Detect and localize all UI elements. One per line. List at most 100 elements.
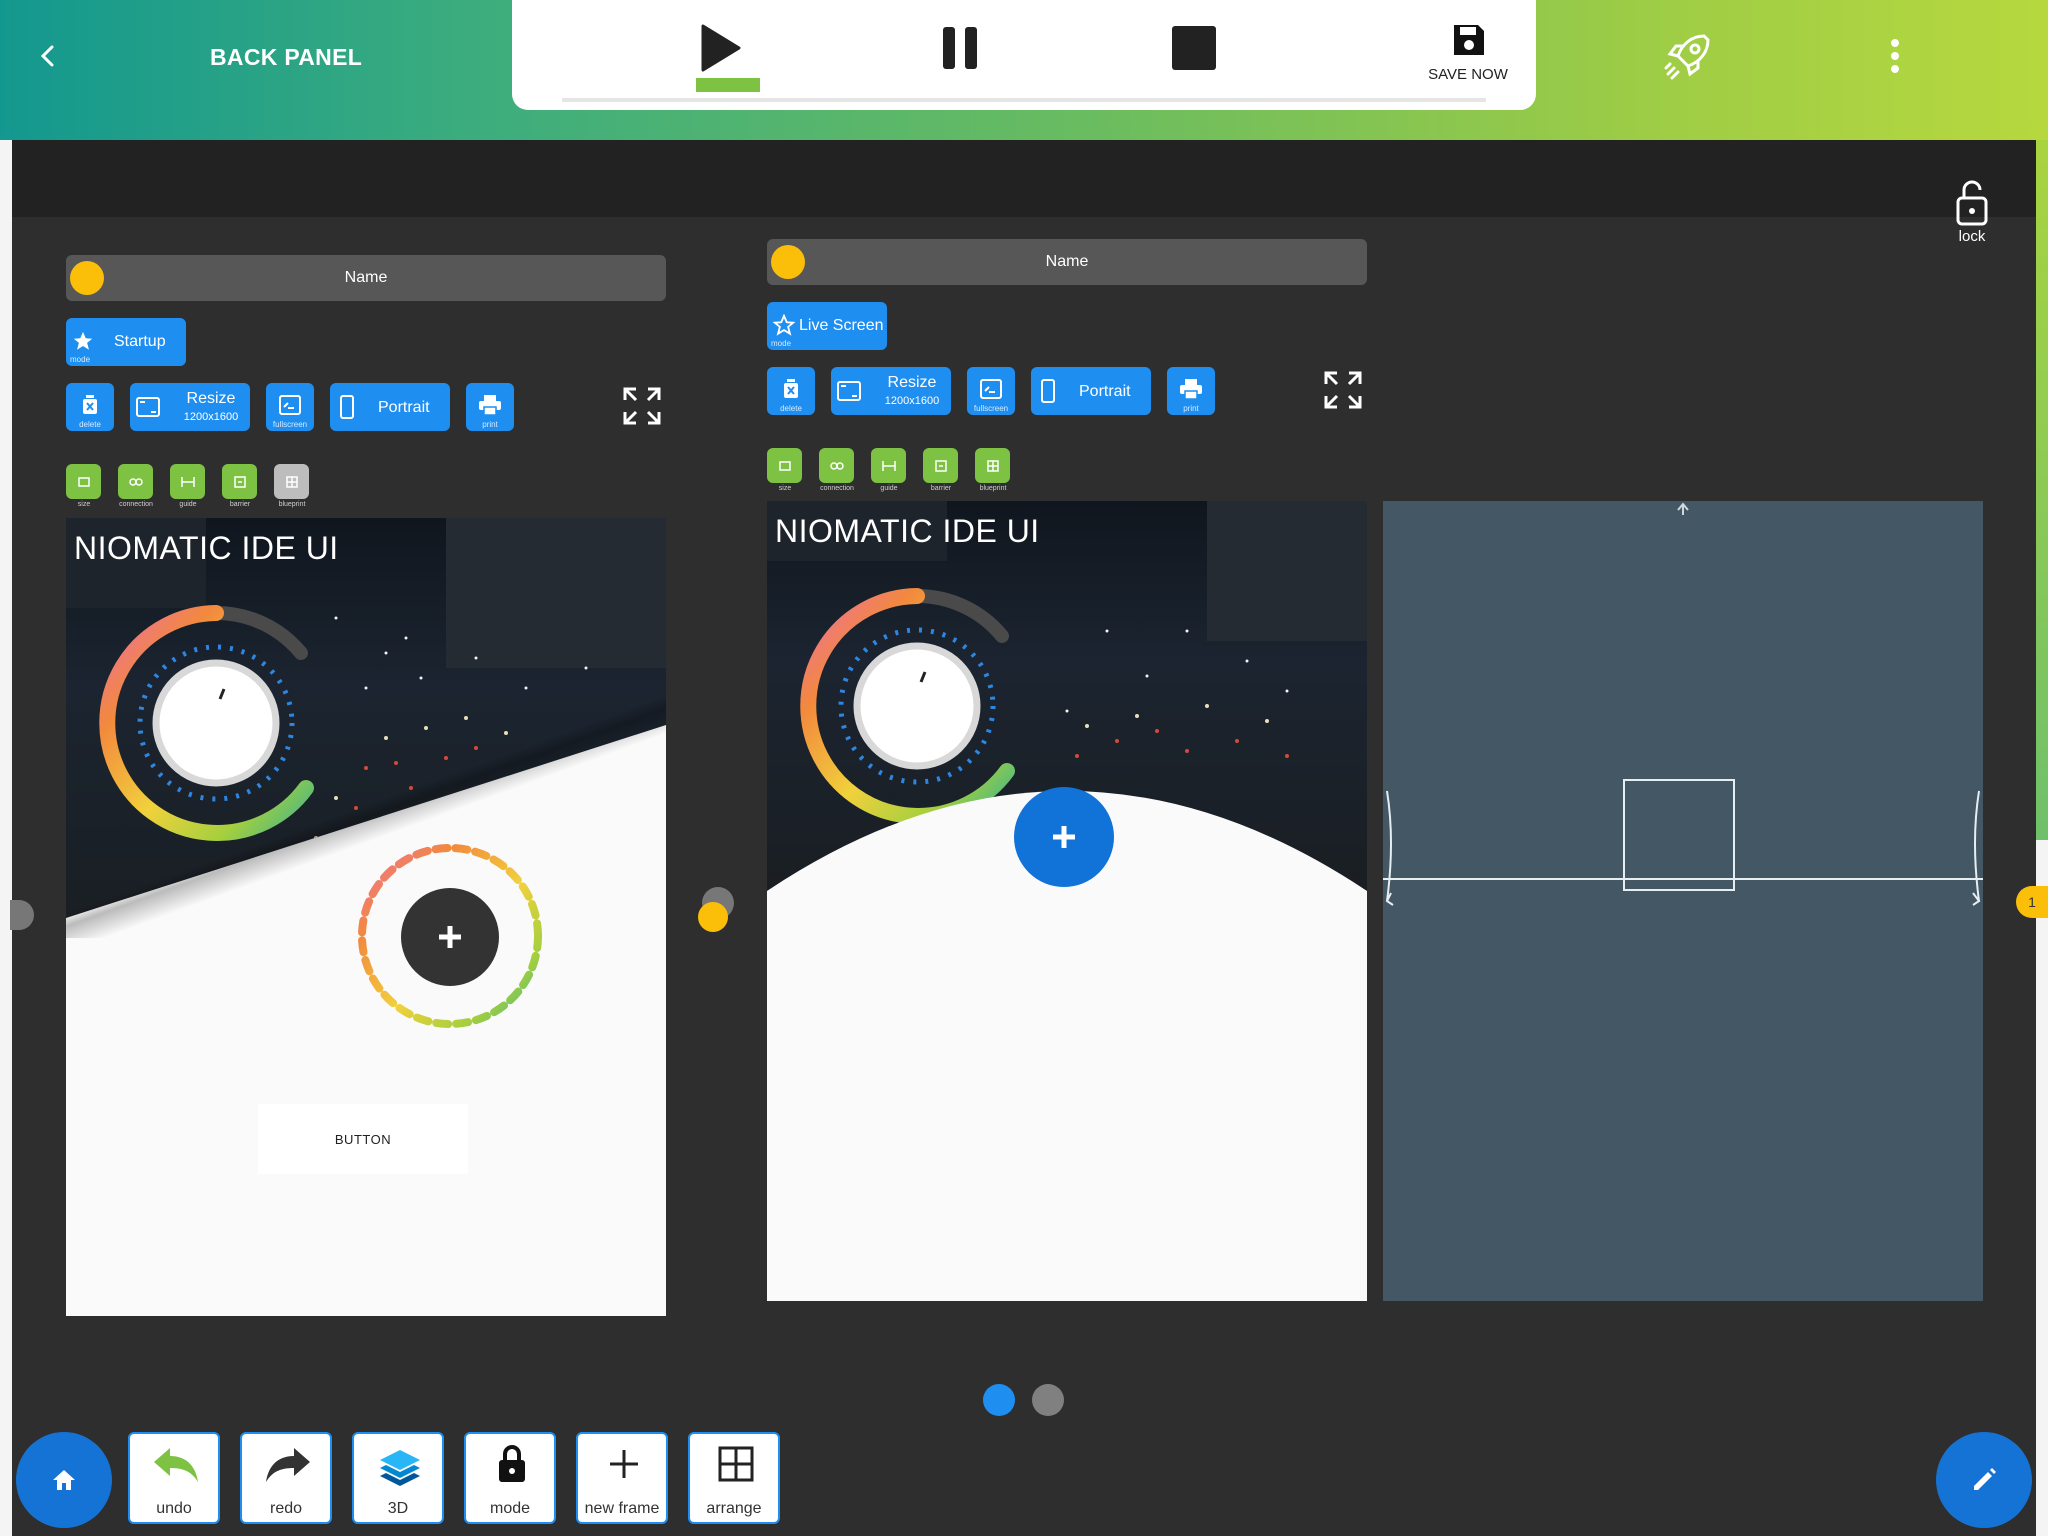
frame1-title: NIOMATIC IDE UI <box>74 530 339 566</box>
frame1-barrier-tool[interactable] <box>222 464 257 499</box>
frame2-guide-tool[interactable] <box>871 448 906 483</box>
frame1-preview[interactable]: NIOMATIC IDE UI BUTTON <box>66 518 666 1316</box>
undo-label: undo <box>156 1500 192 1517</box>
frame1-connection-tool[interactable] <box>118 464 153 499</box>
frame1-mode-label: Startup <box>114 333 166 350</box>
frame2-blueprint-tool[interactable] <box>975 448 1010 483</box>
transport-panel: SAVE NOW <box>512 0 1536 110</box>
frame2-expand-button[interactable] <box>1321 368 1365 412</box>
frame1-fullscreen-button[interactable]: fullscreen <box>266 383 314 431</box>
frame2-barrier-tool[interactable] <box>923 448 958 483</box>
frame2-mode-caption: mode <box>771 339 792 348</box>
frame2-add-button[interactable] <box>1014 787 1114 887</box>
phone-icon <box>1041 379 1055 403</box>
phone-icon <box>340 395 354 419</box>
grid-icon <box>718 1446 754 1482</box>
frame1-button-label: BUTTON <box>334 1131 392 1147</box>
frame1-blueprint-tool[interactable] <box>274 464 309 499</box>
save-now-button[interactable]: SAVE NOW <box>1418 18 1518 88</box>
frame2-delete-caption: delete <box>780 404 802 413</box>
star-icon <box>73 331 93 350</box>
star-outline-icon <box>773 314 795 336</box>
right-edge-badge-count: 1 <box>2028 894 2036 910</box>
pause-icon <box>943 27 977 69</box>
barrier-icon <box>233 475 246 488</box>
redo-button[interactable]: redo <box>240 1432 332 1524</box>
arrange-button[interactable]: arrange <box>688 1432 780 1524</box>
frame2-connection-tool[interactable] <box>819 448 854 483</box>
frame1-print-button[interactable]: print <box>466 383 514 431</box>
play-active-indicator <box>696 78 760 92</box>
frame2-mode-button[interactable]: Live Screen mode <box>767 302 887 350</box>
frame1-orientation-button[interactable]: Portrait <box>330 383 450 431</box>
frame2-resize-button[interactable]: Resize 1200x1600 <box>831 367 951 415</box>
frame2-fullscreen-button[interactable]: fullscreen <box>967 367 1015 415</box>
deploy-button[interactable] <box>1660 28 1716 84</box>
frame1-delete-button[interactable]: delete <box>66 383 114 431</box>
frame1-add-button[interactable] <box>401 888 499 986</box>
play-button[interactable] <box>690 18 750 78</box>
frame1-barrier-caption: barrier <box>229 501 251 508</box>
workspace-header-band <box>12 140 2036 217</box>
frame2-blueprint-caption: blueprint <box>979 485 1007 492</box>
trash-icon <box>784 379 798 398</box>
home-button[interactable] <box>16 1432 112 1528</box>
stop-icon <box>1172 26 1216 70</box>
blueprint-constraints <box>1383 502 1983 906</box>
frame2-resize-label: Resize <box>887 374 937 391</box>
edit-button[interactable] <box>1936 1432 2032 1528</box>
pause-button[interactable] <box>930 18 990 78</box>
expand-icon <box>623 387 661 425</box>
frame2-connection-caption: connection <box>820 485 854 492</box>
stop-button[interactable] <box>1164 18 1224 78</box>
back-panel-label[interactable]: BACK PANEL <box>210 44 362 71</box>
layers-icon <box>380 1450 420 1486</box>
frame1-button-widget[interactable]: BUTTON <box>258 1104 468 1174</box>
more-button[interactable] <box>1875 34 1915 78</box>
frame2-mode-label: Live Screen <box>799 317 884 334</box>
three-d-button[interactable]: 3D <box>352 1432 444 1524</box>
frame1-guide-tool[interactable] <box>170 464 205 499</box>
frame2-size-caption: size <box>778 485 792 492</box>
guide-icon <box>881 460 896 471</box>
frame2-orientation-button[interactable]: Portrait <box>1031 367 1151 415</box>
frame1-name-field[interactable]: Name <box>66 255 666 301</box>
play-icon <box>701 24 741 72</box>
link-icon <box>128 477 143 486</box>
expand-icon <box>1324 371 1362 409</box>
frame1-size-tool[interactable] <box>66 464 101 499</box>
frame2-preview[interactable]: NIOMATIC IDE UI <box>767 501 1367 1301</box>
frame2-delete-button[interactable]: delete <box>767 367 815 415</box>
frame-connector-badge[interactable] <box>698 902 728 932</box>
mode-button[interactable]: mode <box>464 1432 556 1524</box>
frame2-size-tool[interactable] <box>767 448 802 483</box>
frame1-fullscreen-caption: fullscreen <box>272 420 308 429</box>
frame1-expand-button[interactable] <box>620 384 664 428</box>
blueprint-panel[interactable] <box>1383 501 1983 1301</box>
undo-button[interactable]: undo <box>128 1432 220 1524</box>
page-dot-2[interactable] <box>1032 1384 1064 1416</box>
frame1-mode-button[interactable]: Startup mode <box>66 318 186 366</box>
save-now-label: SAVE NOW <box>1428 66 1508 83</box>
frame1-gauge-dial <box>99 605 314 841</box>
resize-icon <box>136 397 160 417</box>
back-button[interactable] <box>28 36 68 76</box>
frame2-status-dot <box>771 245 805 279</box>
right-edge-badge[interactable]: 1 <box>2016 886 2048 918</box>
frame2-print-button[interactable]: print <box>1167 367 1215 415</box>
frame2-name-field[interactable]: Name <box>767 239 1367 285</box>
blueprint-icon <box>285 475 298 488</box>
frame1-status-dot <box>70 261 104 295</box>
lock-toggle[interactable]: lock <box>1944 180 2000 250</box>
new-frame-button[interactable]: new frame <box>576 1432 668 1524</box>
frame1-resize-button[interactable]: Resize 1200x1600 <box>130 383 250 431</box>
print-icon <box>479 395 501 415</box>
plus-icon <box>439 926 461 948</box>
save-icon <box>1454 25 1484 55</box>
new-frame-label: new frame <box>584 1500 660 1517</box>
redo-icon <box>266 1448 310 1482</box>
frame1-name-label: Name <box>344 269 388 286</box>
pencil-icon <box>1974 1468 1996 1490</box>
link-icon <box>829 461 844 470</box>
page-dot-1[interactable] <box>983 1384 1015 1416</box>
